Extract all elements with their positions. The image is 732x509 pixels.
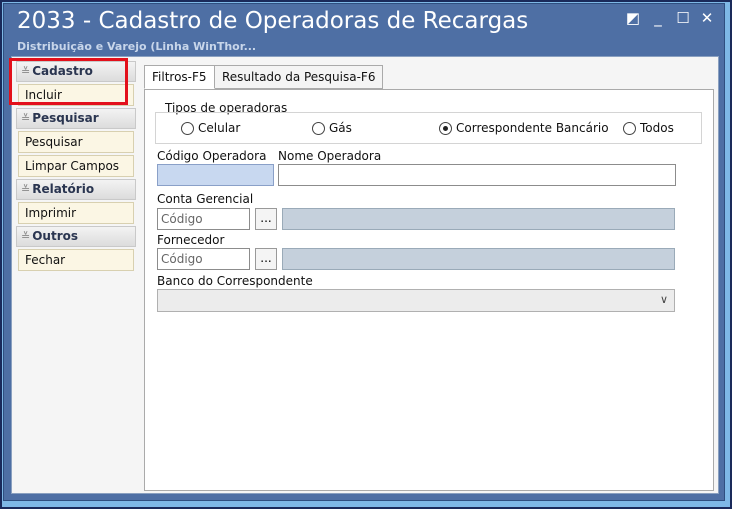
radio-celular[interactable] <box>181 122 194 135</box>
sidebar-section-outros[interactable]: ≚ Outros <box>16 226 136 247</box>
fechar-button[interactable]: Fechar <box>18 249 134 271</box>
conta-gerencial-codigo-input[interactable]: Código <box>157 208 250 230</box>
chevron-down-icon: ∨ <box>659 293 668 306</box>
sidebar-section-label: Outros <box>32 229 79 243</box>
window-title: 2033 - Cadastro de Operadoras de Recarga… <box>17 8 529 34</box>
application-window: 2033 - Cadastro de Operadoras de Recarga… <box>3 3 725 501</box>
radio-gas-label: Gás <box>329 121 352 135</box>
sidebar-section-label: Relatório <box>32 182 95 196</box>
radio-todos[interactable] <box>623 122 636 135</box>
radio-correspondente-bancario-label: Correspondente Bancário <box>456 121 609 135</box>
radio-todos-label: Todos <box>640 121 674 135</box>
content-area: ≚ Cadastro Incluir ≚ Pesquisar Pesquisar L… <box>11 56 719 494</box>
chevron-up-icon: ≚ <box>21 65 31 78</box>
fornecedor-browse-button[interactable]: ... <box>255 248 277 270</box>
conta-gerencial-browse-button[interactable]: ... <box>255 208 277 230</box>
maximize-button[interactable]: ☐ <box>674 10 692 26</box>
sidebar-section-label: Cadastro <box>32 64 93 78</box>
sidebar-section-label: Pesquisar <box>32 111 99 125</box>
banco-correspondente-label: Banco do Correspondente <box>157 274 313 288</box>
chevron-up-icon: ≚ <box>21 112 31 125</box>
fornecedor-description <box>282 248 675 270</box>
chevron-up-icon: ≚ <box>21 230 31 243</box>
tab-filtros[interactable]: Filtros-F5 <box>144 65 215 89</box>
nome-operadora-label: Nome Operadora <box>278 149 382 163</box>
minimize-button[interactable]: _ <box>649 10 667 26</box>
imprimir-button[interactable]: Imprimir <box>18 202 134 224</box>
window-subtitle: Distribuição e Varejo (Linha WinThor... <box>17 40 257 53</box>
nome-operadora-input[interactable] <box>278 164 676 186</box>
radio-gas[interactable] <box>312 122 325 135</box>
tab-resultado-pesquisa[interactable]: Resultado da Pesquisa-F6 <box>214 65 384 89</box>
fornecedor-label: Fornecedor <box>157 233 225 247</box>
chevron-up-icon: ≚ <box>21 183 31 196</box>
filter-panel: Tipos de operadoras Celular Gás Correspo… <box>144 89 714 491</box>
codigo-operadora-input[interactable] <box>157 164 274 186</box>
sidebar-section-relatorio[interactable]: ≚ Relatório <box>16 179 136 200</box>
sidebar: ≚ Cadastro Incluir ≚ Pesquisar Pesquisar L… <box>16 59 136 271</box>
restore-icon[interactable]: ◩ <box>624 10 642 26</box>
banco-correspondente-select[interactable]: ∨ <box>157 289 675 312</box>
close-button[interactable]: ✕ <box>698 10 716 26</box>
incluir-button[interactable]: Incluir <box>18 84 134 106</box>
radio-correspondente-bancario[interactable] <box>439 122 452 135</box>
conta-gerencial-label: Conta Gerencial <box>157 192 254 206</box>
sidebar-section-pesquisar[interactable]: ≚ Pesquisar <box>16 108 136 129</box>
pesquisar-button[interactable]: Pesquisar <box>18 131 134 153</box>
conta-gerencial-description <box>282 208 675 230</box>
fornecedor-codigo-input[interactable]: Código <box>157 248 250 270</box>
sidebar-section-cadastro[interactable]: ≚ Cadastro <box>16 61 136 82</box>
radio-celular-label: Celular <box>198 121 241 135</box>
codigo-operadora-label: Código Operadora <box>157 149 267 163</box>
limpar-campos-button[interactable]: Limpar Campos <box>18 155 134 177</box>
tipos-operadoras-group: Celular Gás Correspondente Bancário Todo… <box>155 112 702 144</box>
